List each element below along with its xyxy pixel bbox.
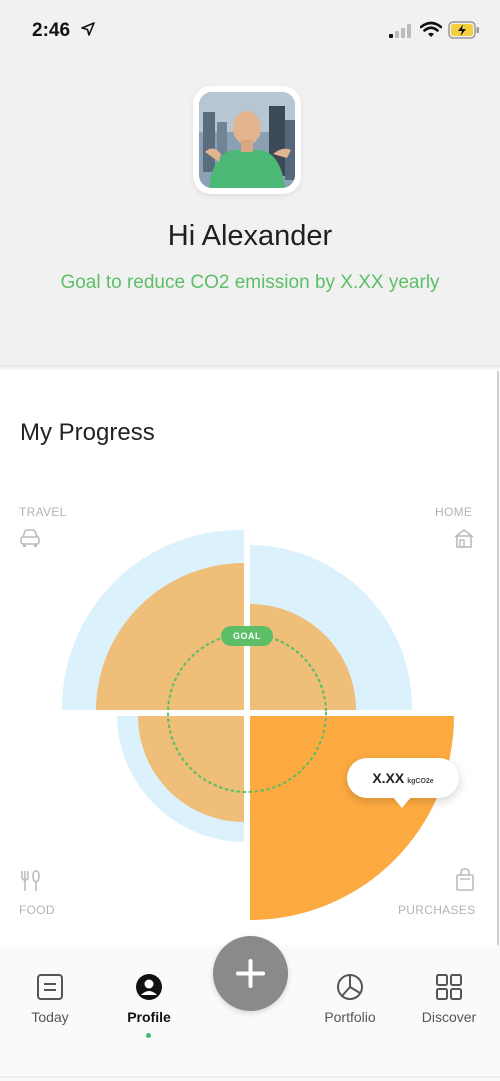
value-bubble[interactable]: X.XX kgCO2e [347, 758, 459, 798]
status-bar: 2:46 [0, 0, 500, 58]
section-divider [0, 365, 500, 371]
status-time: 2:46 [32, 20, 71, 41]
location-arrow-icon [81, 22, 95, 36]
value-bubble-tail [392, 796, 412, 808]
tab-label-today: Today [31, 1009, 69, 1025]
tab-label-portfolio: Portfolio [324, 1009, 376, 1025]
battery-charging-icon [448, 21, 479, 39]
today-list-icon [37, 974, 63, 1000]
active-tab-dot [146, 1033, 151, 1038]
value-number: X.XX [372, 770, 405, 786]
avatar-photo [199, 92, 295, 188]
progress-radial-chart [50, 520, 470, 930]
section-title: My Progress [20, 419, 155, 446]
cellular-signal-icon [389, 24, 411, 38]
portfolio-pie-icon [337, 974, 363, 1000]
goal-badge: GOAL [221, 626, 273, 646]
add-button[interactable] [213, 936, 288, 1011]
goal-text: Goal to reduce CO2 emission by X.XX year… [60, 272, 440, 293]
wifi-icon [420, 21, 442, 37]
purchases-progress [250, 716, 454, 920]
profile-icon [136, 974, 162, 1000]
greeting: Hi Alexander [167, 220, 333, 252]
discover-grid-icon [436, 974, 462, 1000]
avatar[interactable] [193, 86, 301, 194]
tab-label-discover: Discover [421, 1009, 477, 1025]
home-indicator [0, 1076, 500, 1078]
tab-label-profile: Profile [127, 1009, 171, 1025]
plus-icon [236, 959, 265, 988]
value-unit: kgCO2e [407, 778, 434, 785]
